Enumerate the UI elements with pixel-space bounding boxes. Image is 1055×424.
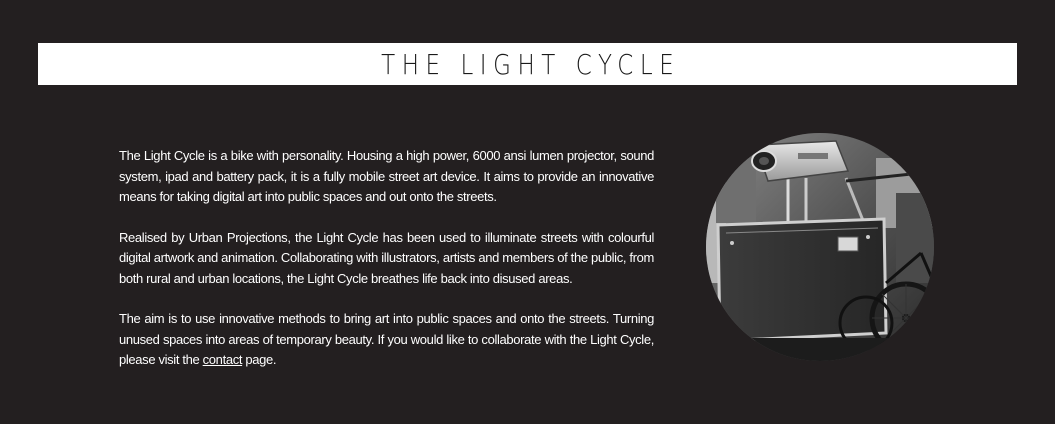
header-bar: THE LIGHT CYCLE bbox=[38, 43, 1017, 85]
intro-paragraph-3-end: page. bbox=[242, 352, 277, 367]
intro-paragraph-2: Realised by Urban Projections, the Light… bbox=[119, 229, 654, 286]
intro-text: The Light Cycle is a bike with personali… bbox=[119, 146, 654, 391]
contact-link[interactable]: contact bbox=[203, 352, 243, 367]
page-title: THE LIGHT CYCLE bbox=[381, 47, 681, 81]
intro-paragraph-3-text: The aim is to use innovative methods to … bbox=[119, 311, 654, 367]
light-cycle-illustration bbox=[706, 133, 934, 361]
intro-paragraph-1: The Light Cycle is a bike with personali… bbox=[119, 148, 654, 204]
light-cycle-photo bbox=[706, 133, 934, 361]
intro-paragraph-3: The aim is to use innovative methods to … bbox=[119, 309, 654, 371]
